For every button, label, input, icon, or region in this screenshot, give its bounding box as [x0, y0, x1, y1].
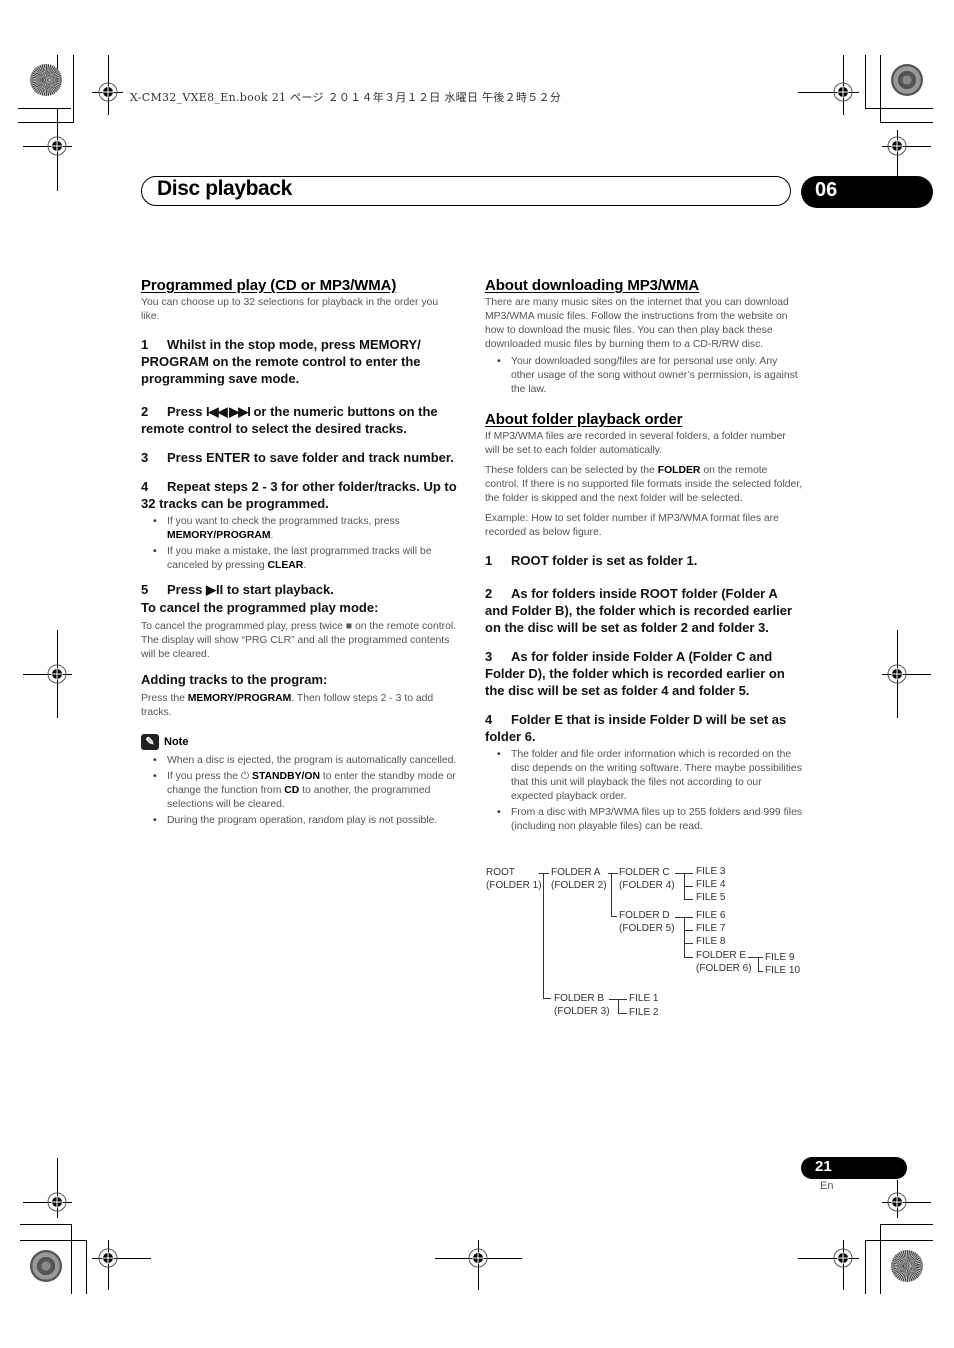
registration-mark-icon [833, 82, 853, 102]
language-label: En [820, 1180, 834, 1192]
tree-file: FILE 2 [629, 1007, 659, 1018]
note-header: ✎ Note [141, 734, 459, 750]
step-1: 1 Whilst in the stop mode, press MEMORY/ … [141, 337, 421, 386]
cancel-title: To cancel the programmed play mode: [141, 600, 379, 615]
chapter-number: 06 [815, 179, 838, 201]
folder-tree-diagram: ROOT (FOLDER 1) FOLDER A (FOLDER 2) FOLDER… [485, 862, 815, 1032]
registration-mark-icon [47, 136, 67, 156]
right-column: About downloading MP3/WMA There are many… [485, 277, 803, 838]
adding-title: Adding tracks to the program: [141, 672, 328, 687]
order-step-1: 1 ROOT folder is set as folder 1. [485, 553, 698, 568]
registration-mark-icon [833, 1248, 853, 1268]
tree-file: FILE 3 [696, 866, 726, 877]
order-bullets: The folder and file order information wh… [485, 748, 803, 834]
list-item: The folder and file order information wh… [497, 748, 803, 804]
registration-mark-icon [468, 1248, 488, 1268]
tree-file: FILE 4 [696, 879, 726, 890]
tree-node-folder-d: FOLDER D (FOLDER 5) [619, 910, 675, 934]
list-item: If you want to check the programmed trac… [153, 515, 459, 543]
section-title-folder-order: About folder playback order [485, 411, 683, 428]
play-pause-icon: ▶II [206, 582, 224, 597]
left-column: Programmed play (CD or MP3/WMA) You can … [141, 277, 459, 832]
tree-node-folder-a: FOLDER A (FOLDER 2) [551, 867, 607, 891]
tree-node-folder-e: FOLDER E (FOLDER 6) [696, 950, 752, 974]
tree-file: FILE 7 [696, 923, 726, 934]
order-step-4: 4 Folder E that is inside Folder D will b… [485, 712, 787, 744]
list-item: When a disc is ejected, the program is a… [153, 754, 459, 768]
list-item: From a disc with MP3/WMA files up to 255… [497, 806, 803, 834]
step-4-bullets: If you want to check the programmed trac… [141, 515, 459, 573]
order-text-2: These folders can be selected by the FOL… [485, 465, 803, 504]
section-title-programmed-play: Programmed play (CD or MP3/WMA) [141, 277, 397, 294]
step-4: 4 Repeat steps 2 - 3 for other folder/tra… [141, 479, 457, 511]
chapter-badge: 06 [801, 176, 933, 208]
downloading-bullets: Your downloaded song/files are for perso… [485, 355, 803, 397]
page-title: Disc playback [157, 177, 292, 200]
color-target-icon [891, 64, 923, 96]
adding-text: Press the MEMORY/PROGRAM. Then follow st… [141, 693, 434, 718]
order-text-1: If MP3/WMA files are recorded in several… [485, 431, 786, 456]
page-number-badge: 21 [801, 1157, 907, 1179]
section-title-downloading: About downloading MP3/WMA [485, 277, 700, 294]
pencil-icon: ✎ [141, 734, 159, 750]
list-item: If you press the ⏻ STANDBY/ON to enter t… [153, 770, 459, 812]
note-bullets: When a disc is ejected, the program is a… [141, 754, 459, 828]
skip-buttons-icon: I◀◀ ▶▶I [206, 404, 251, 419]
tree-node-folder-c: FOLDER C (FOLDER 4) [619, 867, 675, 891]
print-slug: X-CM32_VXE8_En.book 21 ページ ２０１４年３月１２日 水曜… [130, 91, 562, 104]
color-target-icon [30, 64, 62, 96]
color-target-icon [30, 1250, 62, 1282]
registration-mark-icon [887, 1192, 907, 1212]
downloading-text: There are many music sites on the intern… [485, 297, 789, 350]
list-item: Your downloaded song/files are for perso… [497, 355, 803, 397]
tree-file: FILE 5 [696, 892, 726, 903]
step-5: 5 Press ▶II to start playback. [141, 582, 334, 597]
step-3: 3 Press ENTER to save folder and track nu… [141, 450, 454, 465]
tree-node-folder-b: FOLDER B (FOLDER 3) [554, 993, 610, 1017]
registration-mark-icon [47, 1192, 67, 1212]
tree-file: FILE 8 [696, 936, 726, 947]
tree-file: FILE 10 [765, 965, 801, 976]
order-text-3: Example: How to set folder number if MP3… [485, 513, 779, 538]
tree-file: FILE 9 [765, 952, 795, 963]
tree-file: FILE 1 [629, 993, 659, 1004]
registration-mark-icon [887, 136, 907, 156]
list-item: During the program operation, random pla… [153, 814, 459, 828]
registration-mark-icon [887, 664, 907, 684]
tree-file: FILE 6 [696, 910, 726, 921]
registration-mark-icon [47, 664, 67, 684]
color-target-icon [891, 1250, 923, 1282]
order-step-2: 2 As for folders inside ROOT folder (Fold… [485, 586, 793, 635]
list-item: If you make a mistake, the last programm… [153, 545, 459, 573]
registration-mark-icon [98, 1248, 118, 1268]
page-number: 21 [815, 1158, 832, 1175]
order-step-3: 3 As for folder inside Folder A (Folder C… [485, 649, 785, 698]
cancel-text: To cancel the programmed play, press twi… [141, 621, 457, 660]
step-2: 2 Press I◀◀ ▶▶I or the numeric buttons on… [141, 404, 438, 436]
registration-mark-icon [98, 82, 118, 102]
intro-text: You can choose up to 32 selections for p… [141, 297, 439, 322]
tree-node-root: ROOT (FOLDER 1) [486, 867, 542, 891]
